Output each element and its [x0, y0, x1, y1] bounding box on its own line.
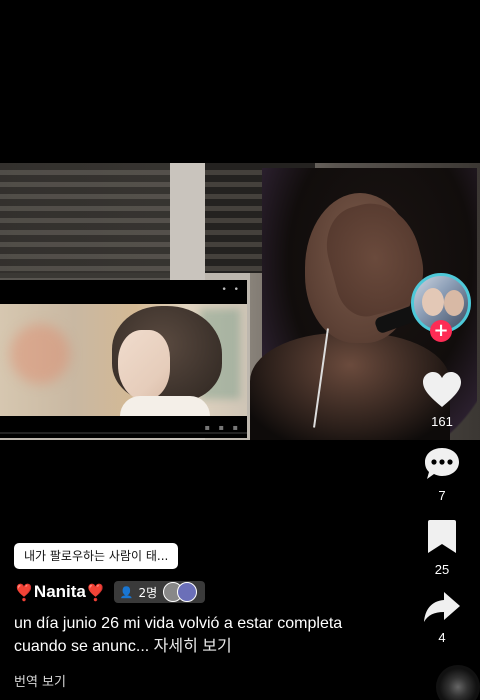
inset-singer-face: [118, 330, 170, 400]
heart-emoji-icon: ❣️: [85, 582, 106, 602]
see-more-link[interactable]: 자세히 보기: [154, 638, 232, 655]
bookmark-icon: [428, 520, 456, 553]
like-button[interactable]: 161: [412, 372, 472, 429]
comment-count: 7: [438, 488, 446, 503]
inset-player-dots: • •: [221, 285, 241, 295]
follow-plus-icon[interactable]: +: [430, 320, 452, 342]
heart-emoji-icon: ❣️: [14, 582, 34, 602]
save-button[interactable]: 25: [412, 518, 472, 577]
inset-bokeh: [10, 324, 70, 384]
comment-bubble-icon: [425, 448, 459, 479]
save-count: 25: [434, 562, 450, 577]
inset-video-frame: [0, 304, 247, 416]
following-tagged-chip[interactable]: 내가 팔로우하는 사람이 태...: [14, 543, 179, 569]
friends-badge[interactable]: 👤 2명: [113, 581, 206, 603]
person-icon: 👤: [119, 585, 134, 599]
share-count: 4: [438, 630, 446, 645]
inset-singer-shirt: [120, 396, 210, 416]
translate-link[interactable]: 번역 보기: [14, 671, 66, 690]
friends-count: 2명: [138, 585, 158, 600]
music-disc-icon[interactable]: [436, 665, 480, 700]
video-player[interactable]: • • ▪ ▪ ▪: [0, 163, 480, 440]
share-arrow-icon: [424, 592, 460, 622]
author-name[interactable]: Nanita: [34, 582, 86, 602]
comment-button[interactable]: 7: [412, 446, 472, 503]
heart-icon: [423, 372, 461, 407]
inset-progress-bar: [0, 432, 247, 434]
music-video-inset: • • ▪ ▪ ▪: [0, 280, 247, 438]
tiktok-feed-screen: • • ▪ ▪ ▪ + 161 7 25 4 내가 팔로우하는 사람이 태...…: [0, 0, 480, 700]
inset-controls: ▪ ▪ ▪: [204, 423, 241, 432]
friend-avatars: [163, 582, 198, 602]
window-blinds-left: [0, 163, 170, 283]
video-caption[interactable]: un día junio 26 mi vida volvió a estar c…: [14, 612, 394, 658]
like-count: 161: [431, 414, 453, 429]
author-row: ❣️ Nanita ❣️ 👤 2명: [14, 580, 206, 604]
share-button[interactable]: 4: [412, 590, 472, 645]
